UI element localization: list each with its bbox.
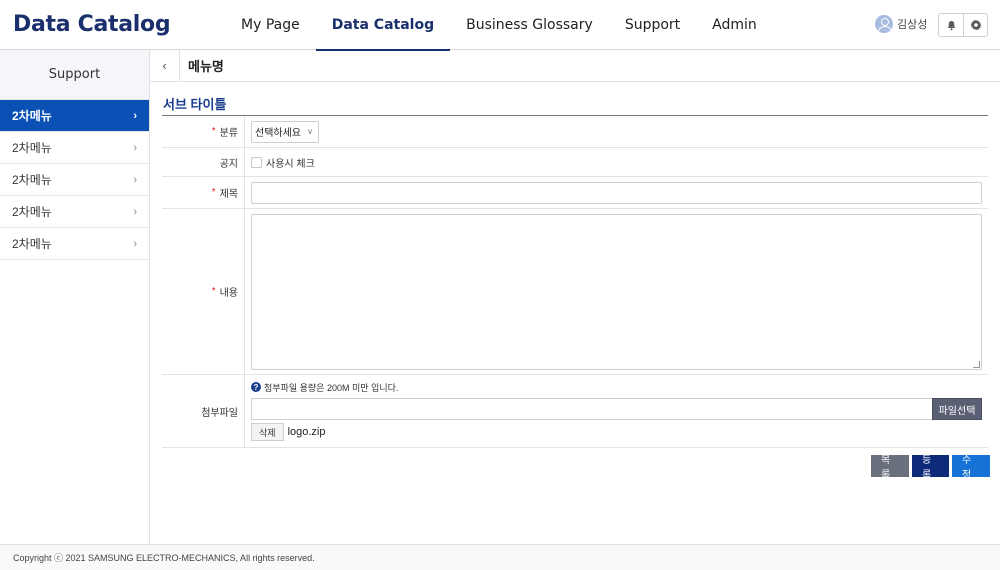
bell-icon <box>947 20 955 30</box>
copyright-text: Copyright ⓒ 2021 SAMSUNG ELECTRO-MECHANI… <box>13 553 315 563</box>
required-mark: * <box>211 286 216 297</box>
sidebar-item-1[interactable]: 2차메뉴 › <box>0 100 149 132</box>
attached-file: 삭제 logo.zip <box>251 423 325 441</box>
file-select-row: 파일선택 <box>251 398 982 420</box>
notification-button[interactable] <box>939 14 963 36</box>
gear-icon <box>969 19 982 31</box>
footer: Copyright ⓒ 2021 SAMSUNG ELECTRO-MECHANI… <box>0 544 1000 570</box>
required-mark: * <box>211 187 216 198</box>
chevron-right-icon: › <box>133 141 137 154</box>
nav-data-catalog[interactable]: Data Catalog <box>315 0 451 51</box>
notice-checkbox[interactable] <box>251 156 262 168</box>
required-mark: * <box>211 126 216 137</box>
user-name: 김상성 <box>897 19 928 31</box>
attachment-label-text: 첨부파일 <box>201 407 238 419</box>
attachment-notice: ? 첨부파일 용량은 200M 미만 입니다. <box>251 380 398 394</box>
file-path-input[interactable] <box>251 398 932 420</box>
delete-file-button[interactable]: 삭제 <box>251 423 284 441</box>
category-select-value: 선택하세요 <box>255 128 301 139</box>
chevron-right-icon: › <box>133 205 137 218</box>
nav-support[interactable]: Support <box>609 0 696 50</box>
back-button[interactable]: ‹ <box>150 49 180 82</box>
file-name: logo.zip <box>287 426 326 438</box>
notice-label-text: 공지 <box>219 158 238 170</box>
content-label-text: 내용 <box>219 288 238 299</box>
top-header: Data Catalog My Page Data Catalog Busine… <box>0 0 1000 51</box>
content-label: * 내용 <box>162 209 245 374</box>
notice-row: 공지 사용시 체크 <box>162 148 988 177</box>
sidebar-item-label: 2차메뉴 <box>12 141 52 155</box>
content-textarea[interactable] <box>251 213 982 370</box>
settings-button[interactable] <box>963 14 987 36</box>
attachment-label: 첨부파일 <box>162 375 245 447</box>
register-button[interactable]: 등록 <box>912 455 949 481</box>
sidebar-item-label: 2차메뉴 <box>12 237 52 251</box>
menu-name: 메뉴명 <box>188 59 224 74</box>
main-nav: My Page Data Catalog Business Glossary S… <box>225 0 773 51</box>
form-actions: 목록 등록 수정 <box>871 455 990 481</box>
category-label: * 분류 <box>162 116 245 147</box>
sidebar-item-4[interactable]: 2차메뉴 › <box>0 196 149 228</box>
nav-my-page[interactable]: My Page <box>225 0 316 50</box>
header-buttons <box>938 13 988 37</box>
question-icon: ? <box>251 382 261 392</box>
file-select-button[interactable]: 파일선택 <box>932 398 982 420</box>
content-row: * 내용 <box>162 209 988 375</box>
nav-business-glossary[interactable]: Business Glossary <box>450 0 609 50</box>
sidebar-item-3[interactable]: 2차메뉴 › <box>0 164 149 196</box>
resize-handle-icon[interactable] <box>973 360 980 368</box>
chevron-left-icon: ‹ <box>162 58 167 73</box>
sub-header: ‹ 메뉴명 <box>150 49 1000 82</box>
sidebar-item-label: 2차메뉴 <box>12 173 52 187</box>
title-label: * 제목 <box>162 177 245 208</box>
user-avatar-icon <box>875 15 893 33</box>
category-select[interactable]: 선택하세요 ∨ <box>251 120 319 143</box>
title-row: * 제목 <box>162 177 988 209</box>
list-button[interactable]: 목록 <box>871 455 909 481</box>
chevron-right-icon: › <box>133 109 137 122</box>
title-label-text: 제목 <box>219 189 238 200</box>
sidebar-item-label: 2차메뉴 <box>12 205 52 219</box>
notice-label: 공지 <box>162 148 245 176</box>
sidebar-title: Support <box>0 50 149 100</box>
edit-button[interactable]: 수정 <box>952 455 990 481</box>
sidebar: Support 2차메뉴 › 2차메뉴 › 2차메뉴 › 2차메뉴 › 2차메뉴… <box>0 50 150 544</box>
title-input[interactable] <box>251 181 982 204</box>
sidebar-item-label: 2차메뉴 <box>12 109 52 123</box>
attachment-row: 첨부파일 ? 첨부파일 용량은 200M 미만 입니다. 파일선택 삭제 log… <box>162 375 988 448</box>
notice-checkbox-label[interactable]: 사용시 체크 <box>266 155 315 170</box>
logo[interactable]: Data Catalog <box>13 12 171 37</box>
chevron-down-icon: ∨ <box>307 127 313 136</box>
attachment-notice-text: 첨부파일 용량은 200M 미만 입니다. <box>264 382 399 393</box>
chevron-right-icon: › <box>133 237 137 250</box>
nav-admin[interactable]: Admin <box>696 0 773 50</box>
category-label-text: 분류 <box>219 128 238 139</box>
user-menu[interactable]: 김상성 <box>875 15 927 33</box>
sidebar-item-5[interactable]: 2차메뉴 › <box>0 228 149 260</box>
chevron-right-icon: › <box>133 173 137 186</box>
post-form: * 분류 선택하세요 ∨ 공지 사용시 체크 * 제목 * 내용 첨부파일 ? … <box>162 115 988 448</box>
sub-title: 서브 타이틀 <box>163 97 227 112</box>
category-row: * 분류 선택하세요 ∨ <box>162 116 988 148</box>
sidebar-item-2[interactable]: 2차메뉴 › <box>0 132 149 164</box>
